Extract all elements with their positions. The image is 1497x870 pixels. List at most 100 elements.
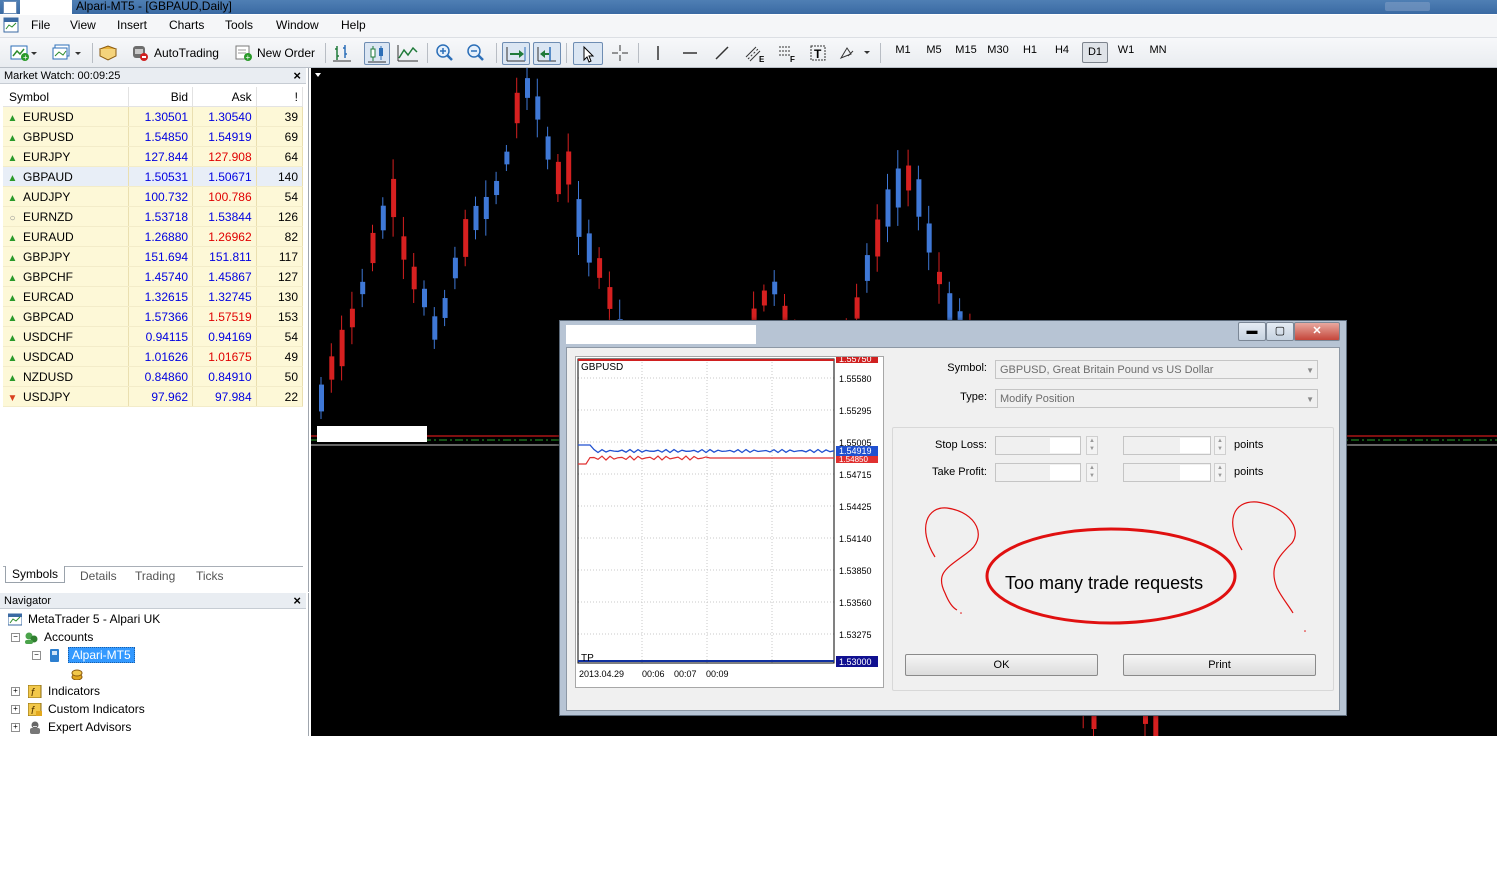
stop-loss-price-input[interactable]: [995, 436, 1081, 455]
symbol-select[interactable]: GBPUSD, Great Britain Pound vs US Dollar…: [995, 360, 1318, 379]
tab-symbols[interactable]: Symbols: [5, 566, 66, 583]
ok-button[interactable]: OK: [905, 654, 1098, 676]
table-row[interactable]: ▲ GBPUSD 1.54850 1.54919 69: [3, 126, 304, 147]
price-tick-label: 1.55295: [839, 406, 872, 416]
new-chart-button[interactable]: +: [10, 42, 38, 63]
timeframe-d1[interactable]: D1: [1082, 42, 1108, 63]
menu-charts[interactable]: Charts: [169, 18, 204, 32]
menu-file[interactable]: File: [31, 18, 50, 32]
menu-window[interactable]: Window: [276, 18, 319, 32]
arrow-up-icon: ▲: [7, 152, 18, 164]
nav-expert-advisors[interactable]: Expert Advisors: [28, 718, 131, 736]
shapes-dropdown-button[interactable]: [838, 42, 874, 63]
autotrading-button[interactable]: AutoTrading: [130, 42, 219, 63]
text-tool-button[interactable]: T: [808, 42, 828, 63]
collapse-icon[interactable]: −: [32, 651, 41, 660]
table-row[interactable]: ▲ EURUSD 1.30501 1.30540 39: [3, 106, 304, 127]
table-row[interactable]: ▲ GBPAUD 1.50531 1.50671 140: [3, 166, 304, 187]
table-row[interactable]: ○ EURNZD 1.53718 1.53844 126: [3, 206, 304, 227]
expand-icon[interactable]: +: [11, 687, 20, 696]
table-row[interactable]: ▼ USDJPY 97.962 97.984 22: [3, 386, 304, 407]
timeframe-mn[interactable]: MN: [1146, 44, 1170, 56]
cursor-tool-button[interactable]: [573, 42, 603, 65]
take-profit-price-input[interactable]: [995, 463, 1081, 482]
nav-account-item[interactable]: Alpari-MT5: [48, 646, 135, 664]
table-row[interactable]: ▲ GBPCHF 1.45740 1.45867 127: [3, 266, 304, 287]
nav-accounts[interactable]: Accounts: [24, 628, 93, 646]
close-icon[interactable]: ×: [293, 593, 301, 609]
equidistant-channel-button[interactable]: E: [744, 42, 766, 63]
account-icon: [50, 648, 59, 662]
timeframe-w1[interactable]: W1: [1114, 44, 1138, 56]
stop-loss-points-spinner[interactable]: ▲ ▼: [1214, 436, 1226, 455]
bar-chart-button[interactable]: [332, 42, 352, 63]
menu-tools[interactable]: Tools: [225, 18, 253, 32]
table-row[interactable]: ▲ USDCAD 1.01626 1.01675 49: [3, 346, 304, 367]
autoscroll-button[interactable]: [502, 42, 530, 65]
minimize-button[interactable]: ▬: [1238, 322, 1266, 341]
close-icon[interactable]: ×: [293, 68, 301, 84]
zoom-in-button[interactable]: [435, 42, 455, 63]
timeframe-m1[interactable]: M1: [891, 44, 915, 56]
stop-loss-price-spinner[interactable]: ▲ ▼: [1086, 436, 1098, 455]
tab-ticks[interactable]: Ticks: [196, 569, 224, 583]
nav-custom-indicators[interactable]: f Custom Indicators: [28, 700, 145, 718]
column-header-symbol[interactable]: Symbol: [3, 87, 130, 107]
fibonacci-button[interactable]: F: [776, 42, 798, 63]
timeframe-m15[interactable]: M15: [954, 44, 978, 56]
print-button[interactable]: Print: [1123, 654, 1316, 676]
candlestick-chart-button[interactable]: [364, 42, 390, 65]
take-profit-points-spinner[interactable]: ▲ ▼: [1214, 463, 1226, 482]
line-chart-button[interactable]: [397, 42, 419, 63]
table-row[interactable]: ▲ EURAUD 1.26880 1.26962 82: [3, 226, 304, 247]
chart-shift-button[interactable]: [533, 42, 561, 65]
stop-loss-points-input[interactable]: [1123, 436, 1211, 455]
column-header-spread[interactable]: !: [256, 87, 304, 107]
column-header-ask[interactable]: Ask: [192, 87, 257, 107]
chevron-down-icon: ▼: [1306, 395, 1314, 404]
zoom-out-button[interactable]: [466, 42, 486, 63]
trendline-button[interactable]: [712, 42, 732, 63]
expand-icon[interactable]: +: [11, 705, 20, 714]
ask-cell: 0.94169: [192, 326, 257, 347]
maximize-button[interactable]: ▢: [1266, 322, 1294, 341]
table-row[interactable]: ▲ GBPCAD 1.57366 1.57519 153: [3, 306, 304, 327]
tab-trading[interactable]: Trading: [135, 569, 175, 583]
new-order-button[interactable]: + New Order: [234, 42, 315, 63]
timeframe-m5[interactable]: M5: [922, 44, 946, 56]
menu-view[interactable]: View: [70, 18, 96, 32]
menu-help[interactable]: Help: [341, 18, 366, 32]
tab-details[interactable]: Details: [80, 569, 117, 583]
timeframe-h4[interactable]: H4: [1050, 44, 1074, 56]
window-controls[interactable]: [1385, 2, 1430, 11]
close-button[interactable]: ✕: [1294, 322, 1340, 341]
table-row[interactable]: ▲ USDCHF 0.94115 0.94169 54: [3, 326, 304, 347]
take-profit-points-input[interactable]: [1123, 463, 1211, 482]
candle-body: [319, 384, 324, 412]
nav-indicators[interactable]: f Indicators: [28, 682, 100, 700]
table-row[interactable]: ▲ EURCAD 1.32615 1.32745 130: [3, 286, 304, 307]
timeframe-m30[interactable]: M30: [986, 44, 1010, 56]
collapse-icon[interactable]: −: [11, 633, 20, 642]
table-row[interactable]: ▲ NZDUSD 0.84860 0.84910 50: [3, 366, 304, 387]
vertical-line-button[interactable]: [649, 42, 667, 63]
table-row[interactable]: ▲ AUDJPY 100.732 100.786 54: [3, 186, 304, 207]
document-icon[interactable]: [3, 17, 19, 33]
metaeditor-button[interactable]: [97, 42, 119, 63]
column-header-bid[interactable]: Bid: [128, 87, 194, 107]
table-row[interactable]: ▲ GBPJPY 151.694 151.811 117: [3, 246, 304, 267]
menu-insert[interactable]: Insert: [117, 18, 147, 32]
nav-root[interactable]: MetaTrader 5 - Alpari UK: [8, 610, 160, 628]
chart-shift-icon: [537, 46, 556, 61]
bid-cell: 97.962: [128, 386, 194, 407]
nav-account-child[interactable]: [70, 664, 90, 682]
horizontal-line-button[interactable]: [680, 42, 700, 63]
timeframe-h1[interactable]: H1: [1018, 44, 1042, 56]
take-profit-price-spinner[interactable]: ▲ ▼: [1086, 463, 1098, 482]
type-select[interactable]: Modify Position ▼: [995, 389, 1318, 408]
crosshair-button[interactable]: [610, 42, 630, 63]
profiles-button[interactable]: [52, 42, 88, 63]
expand-icon[interactable]: +: [11, 723, 20, 732]
symbol-name: EURNZD: [23, 209, 73, 224]
table-row[interactable]: ▲ EURJPY 127.844 127.908 64: [3, 146, 304, 167]
